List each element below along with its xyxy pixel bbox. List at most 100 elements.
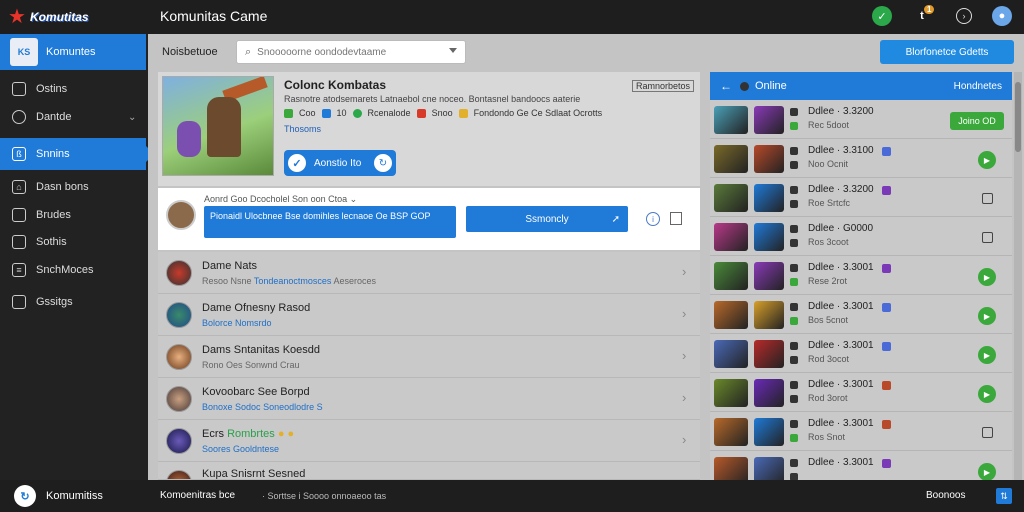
player-avatar bbox=[714, 418, 748, 446]
sidebar-item-list[interactable]: ≡ SnchMoces bbox=[0, 255, 146, 285]
online-player-row[interactable]: Ddlee · 3.3001 Bos 5cnot ▶ bbox=[710, 295, 1012, 334]
send-button-label: Ssmoncly bbox=[525, 213, 569, 225]
list-icon: ≡ bbox=[12, 263, 26, 277]
featured-game-card[interactable]: Colonc Kombatas Ramnorbetos Rasnotre ato… bbox=[158, 72, 700, 186]
online-player-row[interactable]: Ddlee · 3.3001 Rod 3ocot ▶ bbox=[710, 334, 1012, 373]
online-player-row[interactable]: Ddlee · 3.3100 Noo Ocnit ▶ bbox=[710, 139, 1012, 178]
play-icon[interactable]: ▶ bbox=[978, 307, 996, 325]
users-icon: ß bbox=[12, 147, 26, 161]
sync-icon[interactable]: ↻ bbox=[374, 154, 392, 172]
notification-badge: 1 bbox=[924, 5, 935, 14]
play-icon[interactable]: ▶ bbox=[978, 385, 996, 403]
player-avatar bbox=[714, 340, 748, 368]
composer-header[interactable]: Aonrd Goo Dcocholel Son oon Ctoa ⌄ bbox=[204, 194, 357, 205]
search-input[interactable] bbox=[257, 46, 438, 58]
composer-input[interactable]: Pionaidl Ulocbnee Bse domihles lecnaoe O… bbox=[204, 206, 456, 238]
sidebar-item-settings[interactable]: Gssitgs bbox=[0, 287, 146, 317]
bottom-subtitle: · Sorttse i Soooo onnoaeoo tas bbox=[262, 491, 387, 501]
rating-icon bbox=[284, 108, 293, 118]
chat-icon bbox=[12, 110, 26, 124]
list-item[interactable]: Kovoobarc See Borpd Bonoxe Sodoc Soneodl… bbox=[158, 378, 700, 420]
list-item[interactable]: Dame Nats Resoo Nsne Tondeanoctmosces Ae… bbox=[158, 252, 700, 294]
composer-send-button[interactable]: Ssmoncly ➚ bbox=[466, 206, 628, 232]
sidebar-item-friends[interactable]: ß Snnins bbox=[0, 138, 154, 170]
dropdown-arrow-icon[interactable] bbox=[449, 48, 457, 53]
list-item[interactable]: Dame Ofnesny Rasod Bolorce Nomsrdo › bbox=[158, 294, 700, 336]
list-item[interactable]: Dams Sntanitas Koesdd Rono Oes Sonwnd Cr… bbox=[158, 336, 700, 378]
game-thumbnail bbox=[754, 184, 784, 212]
back-arrow-icon[interactable]: ← bbox=[720, 79, 732, 93]
edit-icon[interactable] bbox=[670, 212, 682, 225]
scrollbar[interactable] bbox=[1014, 72, 1022, 480]
avatar bbox=[166, 260, 192, 286]
monitor-icon bbox=[12, 295, 26, 309]
status-icon bbox=[790, 239, 798, 247]
player-status: Ros 3coot bbox=[808, 237, 849, 247]
status-icon bbox=[790, 122, 798, 130]
options-icon[interactable] bbox=[982, 193, 993, 204]
sidebar-profile[interactable]: KS Komuntes bbox=[0, 34, 146, 70]
notification-icon[interactable]: t1 bbox=[912, 5, 935, 26]
sidebar-item-chat[interactable]: Dantde ⌄ bbox=[0, 102, 146, 132]
genre-icon bbox=[416, 108, 426, 118]
list-item-title: Kovoobarc See Borpd bbox=[202, 386, 310, 398]
check-icon bbox=[352, 108, 362, 118]
platform-icon bbox=[790, 303, 798, 311]
list-item[interactable]: Kupa Snisrnt Sesned bbox=[158, 462, 700, 480]
game-meta: Coo 10 Rcenalode Snoo Fondondo Ge Ce Sdl… bbox=[284, 108, 602, 118]
sidebar-item-games[interactable]: Ostins bbox=[0, 74, 146, 104]
app-logo[interactable]: ★ Komutitas bbox=[8, 4, 112, 30]
list-item-subtitle: Soores Gooldntese bbox=[202, 444, 280, 454]
game-badge-icon bbox=[882, 420, 891, 429]
user-avatar[interactable]: ● bbox=[992, 6, 1012, 26]
player-name: Ddlee · 3.3200 bbox=[808, 106, 874, 117]
chevron-right-icon: › bbox=[682, 348, 687, 363]
player-name: Ddlee · 3.3001 bbox=[808, 301, 874, 312]
online-player-row[interactable]: Ddlee · 3.3001 Rese 2rot ▶ bbox=[710, 256, 1012, 295]
list-item-subtitle: Bolorce Nomsrdo bbox=[202, 318, 272, 328]
game-badge-icon bbox=[882, 147, 891, 156]
game-thumbnail bbox=[754, 340, 784, 368]
primary-action-button[interactable]: Blorfonetce Gdetts bbox=[880, 40, 1014, 64]
status-dot-icon bbox=[740, 81, 749, 91]
info-icon[interactable]: i bbox=[646, 212, 660, 226]
game-cover-image[interactable] bbox=[162, 76, 274, 176]
play-icon[interactable]: ▶ bbox=[978, 463, 996, 481]
options-icon[interactable] bbox=[982, 232, 993, 243]
play-icon[interactable]: ▶ bbox=[978, 346, 996, 364]
player-avatar bbox=[714, 106, 748, 134]
player-avatar bbox=[714, 262, 748, 290]
join-button[interactable]: Joino OD bbox=[950, 112, 1004, 130]
bottom-right-label[interactable]: Boonoos bbox=[926, 490, 965, 501]
online-player-row[interactable]: Ddlee · 3.3001 Ros Snot bbox=[710, 412, 1012, 451]
options-icon[interactable] bbox=[982, 427, 993, 438]
sidebar-item-inbox[interactable]: Brudes bbox=[0, 200, 146, 230]
play-icon[interactable]: ▶ bbox=[978, 268, 996, 286]
scrollbar-thumb[interactable] bbox=[1015, 82, 1021, 152]
online-panel-action[interactable]: Hondnetes bbox=[954, 81, 1002, 92]
sidebar-item-home[interactable]: ⌂ Dasn bons bbox=[0, 172, 146, 202]
player-name: Ddlee · 3.3001 bbox=[808, 340, 874, 351]
gamepad-icon bbox=[12, 82, 26, 96]
help-icon[interactable]: › bbox=[956, 8, 972, 24]
sidebar-item-label: Snnins bbox=[36, 148, 70, 160]
players-icon bbox=[321, 108, 331, 118]
online-player-row[interactable]: Ddlee · 3.3200 Roe Srtcfc bbox=[710, 178, 1012, 217]
bottom-bar: ↻ Komumitiss Komoenitras bce · Sorttse i… bbox=[0, 480, 1024, 512]
list-item[interactable]: Ecrs Rombrtes ● ● Soores Gooldntese › bbox=[158, 420, 700, 462]
meta-item: Fondondo Ge Ce Sdlaat Ocrotts bbox=[473, 108, 603, 118]
play-button[interactable]: ✓ Aonstio Ito ↻ bbox=[284, 150, 396, 176]
game-tag[interactable]: Ramnorbetos bbox=[632, 80, 695, 92]
game-link[interactable]: Thosoms bbox=[284, 124, 321, 134]
search-icon: ⌕ bbox=[245, 45, 252, 58]
online-panel-title: Online bbox=[755, 80, 787, 92]
app-logo-icon[interactable]: ↻ bbox=[14, 485, 36, 507]
share-icon[interactable]: ⇅ bbox=[996, 488, 1012, 504]
play-icon[interactable]: ▶ bbox=[978, 151, 996, 169]
online-player-row[interactable]: Ddlee · 3.3001 Rod 3orot ▶ bbox=[710, 373, 1012, 412]
list-item-title: Dame Ofnesny Rasod bbox=[202, 302, 311, 314]
search-box[interactable]: ⌕ bbox=[236, 40, 466, 64]
online-status-icon[interactable]: ✓ bbox=[872, 6, 892, 26]
online-player-row[interactable]: Ddlee · G0000 Ros 3coot bbox=[710, 217, 1012, 256]
sidebar-item-folder[interactable]: Sothis bbox=[0, 227, 146, 257]
